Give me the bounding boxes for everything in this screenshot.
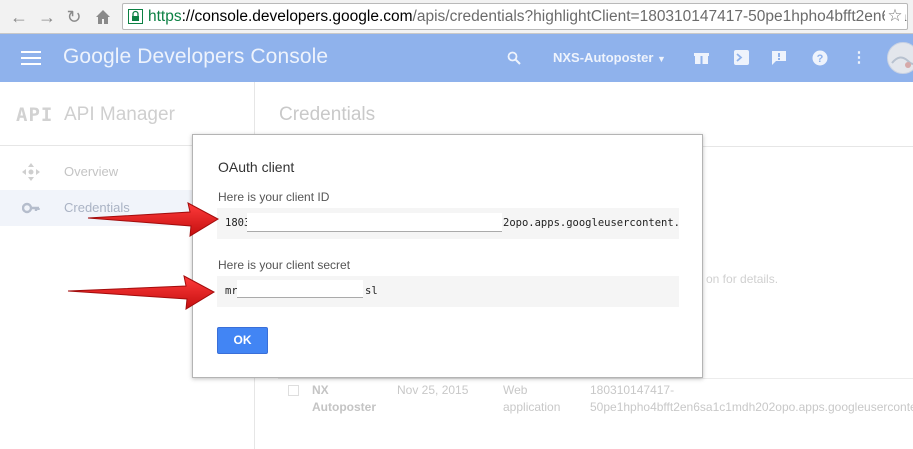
svg-text:?: ?	[817, 53, 824, 65]
back-arrow-icon[interactable]: ←	[8, 6, 30, 28]
client-secret-label: Here is your client secret	[218, 258, 351, 272]
sidebar-item-label: Credentials	[64, 200, 130, 215]
key-icon	[22, 202, 40, 214]
home-icon[interactable]	[92, 6, 114, 28]
sidebar-item-label: Overview	[64, 164, 119, 179]
api-logo: API	[16, 104, 54, 126]
lock-icon	[128, 9, 143, 24]
background-hint-text: on for details.	[706, 272, 779, 286]
reload-icon[interactable]: ↻	[63, 6, 85, 28]
gift-icon[interactable]	[690, 47, 712, 69]
forward-arrow-icon[interactable]: →	[36, 6, 58, 28]
url-text: https://console.developers.google.com/ap…	[148, 8, 907, 25]
overview-icon	[22, 163, 40, 181]
browser-toolbar: ← → ↻ https://console.developers.google.…	[0, 0, 913, 34]
caret-down-icon: ▼	[657, 54, 666, 64]
more-vert-icon[interactable]: ⋮	[848, 47, 870, 69]
redaction-mark	[247, 213, 502, 232]
ok-button[interactable]: OK	[217, 327, 268, 354]
creation-date-cell: Nov 25, 2015	[397, 383, 469, 397]
console-header: Google Developers Console NXS-Autoposter…	[0, 34, 913, 82]
cloud-shell-icon[interactable]	[730, 47, 752, 69]
avatar[interactable]	[887, 42, 913, 74]
menu-icon[interactable]	[21, 51, 41, 65]
redaction-mark	[237, 280, 363, 298]
divider	[278, 378, 913, 379]
client-type-cell: Web application	[503, 383, 561, 414]
api-manager-title: API Manager	[64, 104, 175, 125]
console-title: Google Developers Console	[63, 45, 329, 68]
search-icon[interactable]	[503, 47, 525, 69]
bookmark-star-icon[interactable]: ☆	[885, 6, 905, 26]
client-id-field[interactable]: 1803 2opo.apps.googleusercontent.com	[217, 208, 679, 239]
client-secret-field[interactable]: mr sl	[217, 276, 679, 307]
help-icon[interactable]: ?	[809, 47, 831, 69]
client-name-cell[interactable]: NX Autoposter	[312, 382, 376, 416]
client-secret-suffix: sl	[365, 285, 378, 297]
row-checkbox[interactable]	[288, 385, 299, 396]
dialog-title: OAuth client	[218, 159, 295, 175]
client-secret-prefix: mr	[225, 285, 238, 297]
client-id-suffix: 2opo.apps.googleusercontent.com	[503, 217, 679, 229]
client-id-label: Here is your client ID	[218, 190, 330, 204]
client-id-cell: 180310147417- 50pe1hpho4bfft2en6sa1c1mdh2…	[590, 383, 913, 414]
project-selector[interactable]: NXS-Autoposter ▼	[553, 50, 666, 65]
address-bar[interactable]: https://console.developers.google.com/ap…	[122, 3, 908, 30]
feedback-icon[interactable]	[768, 47, 790, 69]
oauth-client-dialog: OAuth client Here is your client ID 1803…	[192, 134, 703, 378]
page-title: Credentials	[279, 104, 376, 125]
